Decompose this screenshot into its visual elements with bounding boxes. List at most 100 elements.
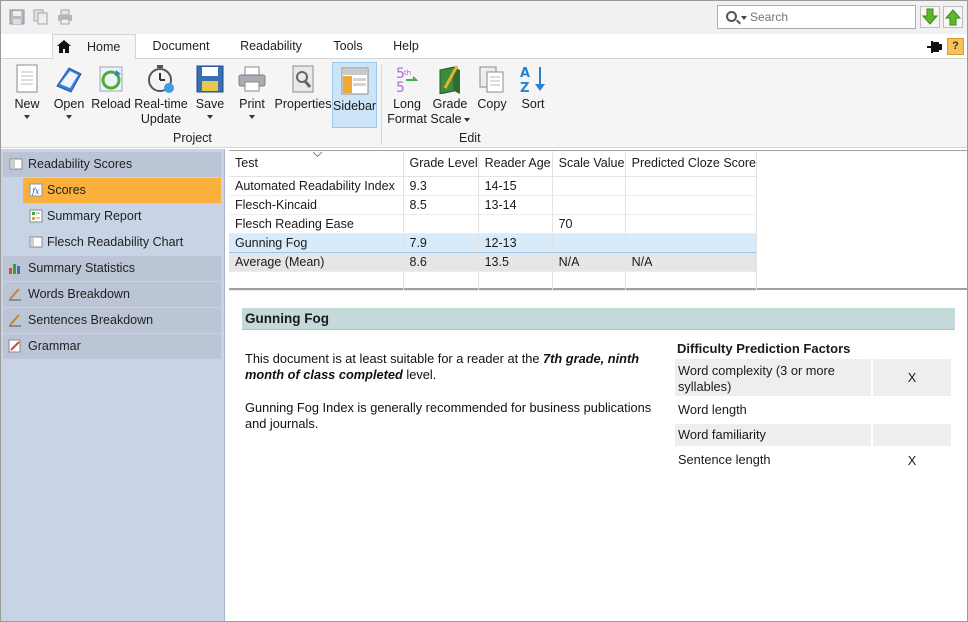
table-cell: Average (Mean) (229, 252, 404, 272)
save-icon[interactable] (9, 9, 25, 25)
table-row-selected[interactable]: Gunning Fog 7.9 12-13 (229, 232, 757, 253)
print-icon[interactable] (57, 9, 73, 25)
button-label: Sidebar (333, 99, 377, 113)
sidebar-item-grammar[interactable]: Grammar (3, 334, 221, 359)
factor-row: Sentence length X (675, 448, 951, 474)
factor-label: Word complexity (3 or more syllables) (678, 363, 835, 394)
formula-icon: fx (29, 183, 43, 197)
detail-header: Gunning Fog (242, 308, 955, 330)
table-cell: 14-15 (478, 176, 553, 196)
table-row[interactable]: Automated Readability Index 9.3 14-15 (229, 176, 757, 196)
button-label-line2: Scale (429, 112, 471, 127)
search-previous-button[interactable] (943, 6, 963, 28)
app-window: Home Document Readability Tools Help ? N… (0, 0, 968, 622)
table-cell (625, 214, 757, 234)
search-next-button[interactable] (920, 6, 940, 28)
table-cell: 8.6 (403, 252, 479, 272)
tab-readability[interactable]: Readability (237, 34, 305, 59)
tab-label: Help (393, 39, 419, 53)
table-cell (229, 271, 404, 291)
sidebar-item-label: Flesch Readability Chart (47, 235, 184, 249)
pencil-icon (9, 288, 21, 301)
print-button[interactable]: Print (234, 61, 270, 131)
factor-label: Word familiarity (678, 427, 766, 442)
text-run: level. (402, 367, 437, 382)
chevron-down-icon (249, 115, 255, 119)
table-cell: Automated Readability Index (229, 176, 404, 196)
pin-icon[interactable] (927, 40, 943, 54)
ribbon-tabs: Home Document Readability Tools Help ? (1, 34, 967, 59)
tab-tools[interactable]: Tools (327, 34, 369, 59)
open-button[interactable]: Open (51, 61, 87, 131)
save-button[interactable]: Save (192, 61, 228, 131)
stopwatch-icon (148, 65, 174, 93)
grammar-icon (8, 339, 21, 353)
factor-row: Word familiarity (675, 424, 951, 446)
sort-button[interactable]: AZ Sort (515, 61, 551, 131)
factor-mark: X (871, 359, 951, 396)
factor-mark: X (871, 448, 951, 474)
table-row[interactable]: Flesch-Kincaid 8.5 13-14 (229, 195, 757, 215)
copy-button[interactable]: Copy (473, 61, 511, 131)
properties-button[interactable]: Properties (274, 61, 332, 131)
search-box[interactable] (717, 5, 916, 29)
sidebar-item-readability-scores[interactable]: Readability Scores (3, 152, 221, 177)
table-row[interactable]: Flesch Reading Ease 70 (229, 214, 757, 234)
sidebar-item-label: Grammar (28, 339, 81, 353)
sidebar-item-label: Summary Report (47, 209, 142, 223)
realtime-update-button[interactable]: Real-time Update (133, 61, 189, 131)
column-header-scale-value[interactable]: Scale Value (552, 151, 626, 177)
help-button[interactable]: ? (947, 38, 964, 55)
factor-row: Word complexity (3 or more syllables) X (675, 359, 951, 396)
column-header-predicted-cloze-score[interactable]: Predicted Cloze Score (625, 151, 757, 177)
sidebar-item-summary-report[interactable]: Summary Report (23, 204, 221, 229)
search-input[interactable] (750, 9, 910, 25)
table-cell (625, 176, 757, 196)
table-row-average[interactable]: Average (Mean) 8.6 13.5 N/A N/A (229, 252, 757, 272)
table-cell (625, 195, 757, 215)
sidebar-item-summary-statistics[interactable]: Summary Statistics (3, 256, 221, 281)
copy-doc-icon[interactable] (33, 9, 49, 25)
tab-home[interactable]: Home (52, 34, 136, 59)
table-cell (552, 176, 626, 196)
sidebar-item-flesch-readability-chart[interactable]: Flesch Readability Chart (23, 230, 221, 255)
grade-scale-button[interactable]: Grade Scale (429, 61, 471, 131)
column-header-grade-level[interactable]: Grade Level (403, 151, 479, 177)
sidebar-item-scores[interactable]: fx Scores (23, 178, 221, 203)
sidebar-toggle-button[interactable]: Sidebar (332, 62, 377, 128)
table-cell: 7.9 (403, 232, 479, 253)
new-button[interactable]: New (9, 61, 45, 131)
home-icon (57, 40, 71, 53)
pencil-icon (9, 314, 21, 327)
document-list-icon (9, 158, 23, 170)
sort-az-icon: AZ (520, 66, 545, 94)
factor-label: Word length (678, 402, 747, 417)
tab-document[interactable]: Document (147, 34, 215, 59)
sidebar-item-label: Scores (47, 183, 86, 197)
sort-indicator-icon (313, 152, 322, 157)
chevron-down-icon (463, 117, 470, 122)
column-header-reader-age[interactable]: Reader Age (478, 151, 553, 177)
tab-help[interactable]: Help (387, 34, 425, 59)
reload-button[interactable]: Reload (91, 61, 131, 131)
sidebar-item-sentences-breakdown[interactable]: Sentences Breakdown (3, 308, 221, 333)
reload-icon (99, 66, 123, 92)
search-icon (726, 11, 737, 22)
table-cell: 9.3 (403, 176, 479, 196)
sidebar-item-words-breakdown[interactable]: Words Breakdown (3, 282, 221, 307)
table-cell: Gunning Fog (229, 232, 404, 253)
button-label-line2: Update (140, 112, 182, 126)
long-format-button[interactable]: 5th 5 Long Format (386, 61, 428, 131)
sidebar-item-label: Summary Statistics (28, 261, 135, 275)
button-label: Reload (91, 97, 131, 111)
long-format-icon: 5 th5 (396, 66, 419, 94)
arrow-down-icon (921, 8, 939, 25)
table-cell: 8.5 (403, 195, 479, 215)
chevron-down-icon[interactable] (741, 16, 747, 20)
table-cell (625, 271, 757, 291)
table-cell (552, 232, 626, 253)
chevron-down-icon (66, 115, 72, 119)
table-cell (625, 232, 757, 253)
chevron-down-icon (24, 115, 30, 119)
factor-mark (871, 398, 951, 424)
